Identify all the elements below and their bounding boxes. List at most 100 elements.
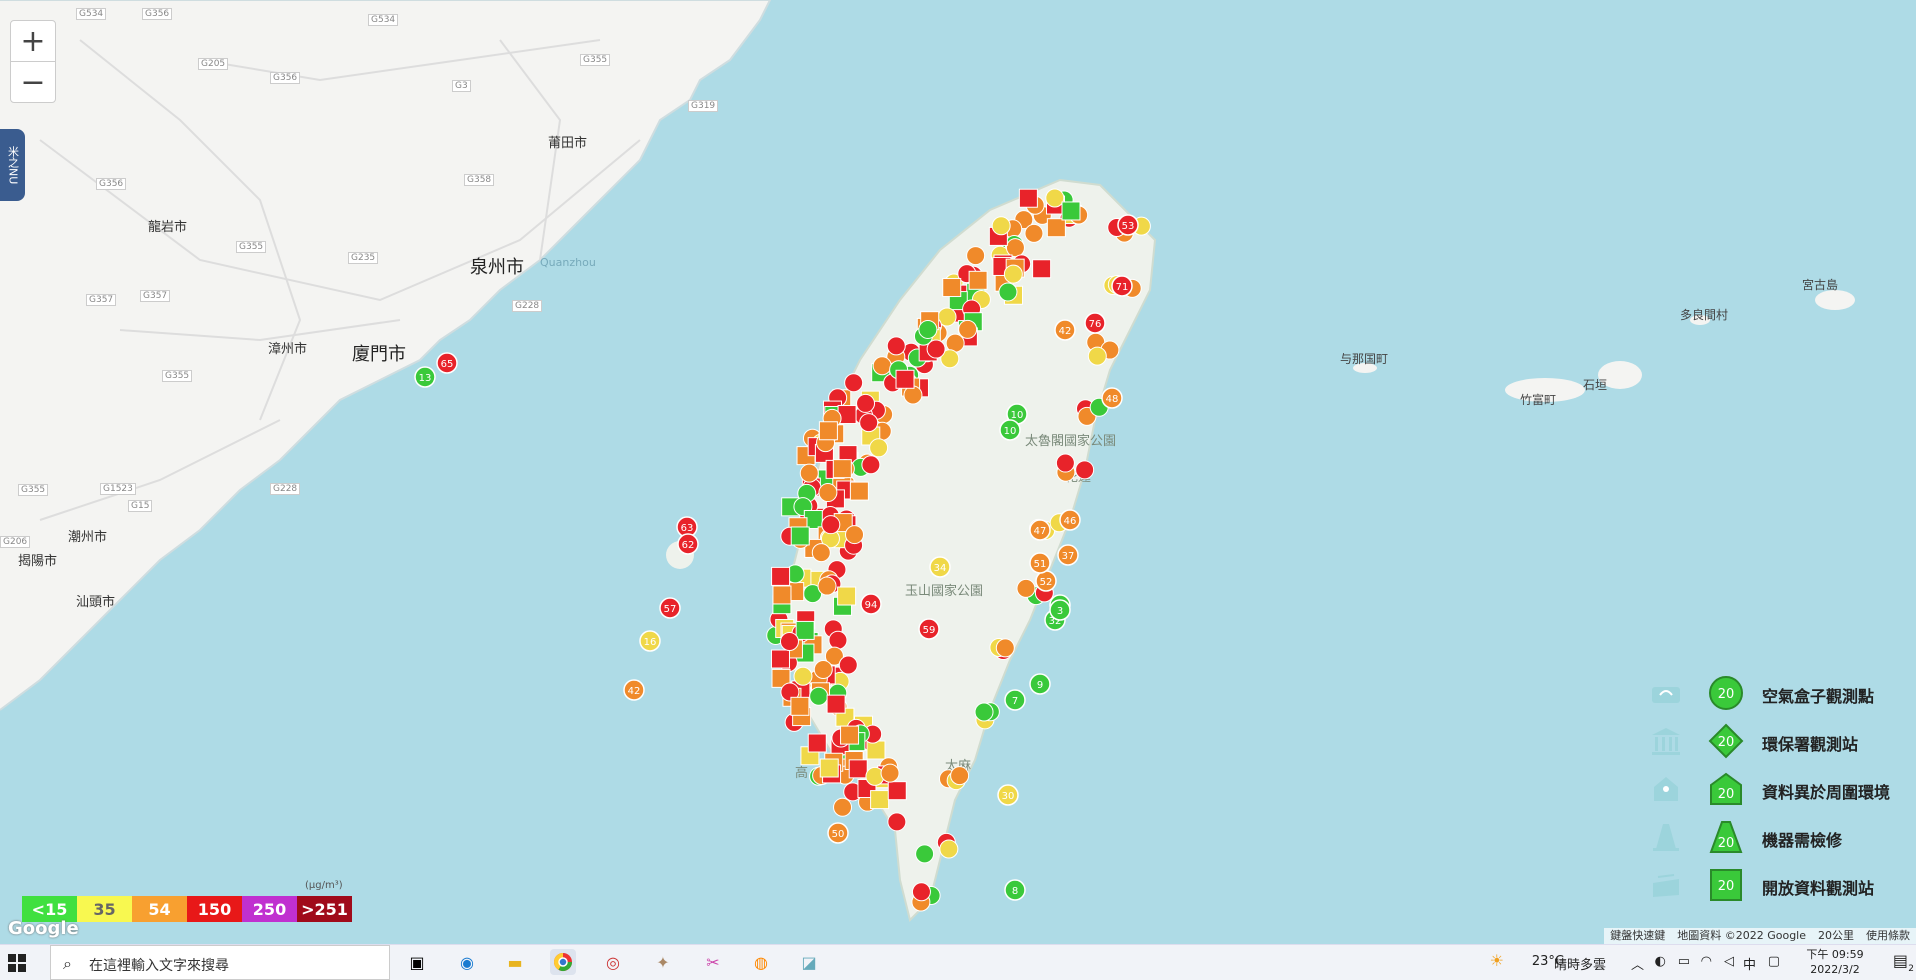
station-marker[interactable] bbox=[859, 413, 879, 433]
edge-browser-icon[interactable]: ◉ bbox=[454, 949, 480, 975]
volume-icon[interactable]: ◁ bbox=[1724, 954, 1734, 969]
station-marker[interactable] bbox=[772, 585, 792, 605]
station-marker-labeled[interactable]: 65 bbox=[436, 352, 458, 374]
station-marker[interactable] bbox=[926, 339, 946, 359]
taskbar-search-box[interactable]: ⌕ 在這裡輸入文字來搜尋 bbox=[50, 945, 390, 980]
zoom-out-button[interactable]: − bbox=[10, 61, 56, 103]
ime-indicator[interactable]: 中 bbox=[1743, 954, 1756, 973]
station-marker[interactable] bbox=[819, 758, 839, 778]
station-marker[interactable] bbox=[869, 438, 889, 458]
station-marker[interactable] bbox=[895, 369, 915, 389]
station-marker[interactable] bbox=[950, 766, 970, 786]
chrome-icon[interactable] bbox=[550, 949, 576, 975]
station-marker[interactable] bbox=[838, 655, 858, 675]
station-marker[interactable] bbox=[832, 459, 852, 479]
station-marker-labeled[interactable]: 71 bbox=[1111, 275, 1133, 297]
station-marker[interactable] bbox=[828, 630, 848, 650]
chevron-up-icon[interactable]: ︿ bbox=[1631, 954, 1644, 973]
station-marker[interactable] bbox=[911, 882, 931, 902]
station-marker[interactable] bbox=[790, 696, 810, 716]
station-marker[interactable] bbox=[886, 336, 906, 356]
station-marker[interactable] bbox=[915, 844, 935, 864]
station-marker-labeled[interactable]: 30 bbox=[997, 784, 1019, 806]
station-marker[interactable] bbox=[1016, 578, 1036, 598]
weather-condition[interactable]: 晴時多雲 bbox=[1554, 954, 1606, 973]
map-scale-label[interactable]: 20公里 bbox=[1812, 928, 1860, 944]
station-marker[interactable] bbox=[887, 781, 907, 801]
station-markers[interactable]: 63 62 57 16 42 65 13 50 8 10 59 94 53 71 76 42 48 46 47 52 3… bbox=[0, 0, 1916, 944]
station-marker[interactable] bbox=[966, 246, 986, 266]
weather-icon[interactable]: ☀ bbox=[1490, 951, 1504, 970]
station-marker[interactable] bbox=[995, 638, 1015, 658]
station-marker[interactable] bbox=[1024, 223, 1044, 243]
station-marker[interactable] bbox=[821, 515, 841, 535]
station-marker[interactable] bbox=[1032, 259, 1052, 279]
station-marker[interactable] bbox=[771, 566, 791, 586]
station-marker[interactable] bbox=[813, 660, 833, 680]
station-marker-labeled[interactable]: 47 bbox=[1029, 519, 1051, 541]
station-marker[interactable] bbox=[1061, 201, 1081, 221]
station-marker[interactable] bbox=[991, 216, 1011, 236]
station-marker[interactable] bbox=[795, 620, 815, 640]
station-marker[interactable] bbox=[939, 839, 959, 859]
station-marker-labeled[interactable]: 10 bbox=[999, 419, 1021, 441]
station-marker[interactable] bbox=[918, 319, 938, 339]
station-marker-labeled[interactable]: 50 bbox=[827, 822, 849, 844]
station-marker[interactable] bbox=[790, 526, 810, 546]
station-marker[interactable] bbox=[1005, 238, 1025, 258]
station-marker-labeled[interactable]: 7 bbox=[1004, 689, 1026, 711]
station-marker[interactable] bbox=[974, 702, 994, 722]
wifi-icon[interactable]: ◠ bbox=[1701, 954, 1712, 969]
station-marker[interactable] bbox=[968, 270, 988, 290]
station-marker-labeled[interactable]: 51 bbox=[1029, 552, 1051, 574]
station-marker-labeled[interactable]: 13 bbox=[414, 366, 436, 388]
file-explorer-icon[interactable]: ▬ bbox=[502, 949, 528, 975]
station-marker[interactable] bbox=[848, 759, 868, 779]
station-marker[interactable] bbox=[1087, 346, 1107, 366]
station-marker[interactable] bbox=[866, 740, 886, 760]
station-marker-labeled[interactable]: 62 bbox=[677, 533, 699, 555]
station-marker[interactable] bbox=[1045, 188, 1065, 208]
station-marker[interactable] bbox=[849, 481, 869, 501]
station-marker-labeled[interactable]: 37 bbox=[1057, 544, 1079, 566]
keyboard-shortcuts-link[interactable]: 鍵盤快速鍵 bbox=[1604, 928, 1671, 944]
station-marker[interactable] bbox=[837, 586, 857, 606]
station-marker[interactable] bbox=[799, 463, 819, 483]
station-marker[interactable] bbox=[818, 421, 838, 441]
notification-icon[interactable]: ▤ bbox=[1893, 951, 1908, 970]
station-marker[interactable] bbox=[1075, 460, 1095, 480]
station-marker[interactable] bbox=[942, 278, 962, 298]
station-marker-labeled[interactable]: 57 bbox=[659, 597, 681, 619]
station-marker-labeled[interactable]: 8 bbox=[1004, 879, 1026, 901]
station-marker[interactable] bbox=[872, 356, 892, 376]
station-marker-labeled[interactable]: 3 bbox=[1049, 599, 1071, 621]
windows-start-icon[interactable] bbox=[8, 954, 26, 972]
battery-icon[interactable]: ▭ bbox=[1678, 954, 1690, 969]
app-window-icon[interactable]: ◪ bbox=[796, 949, 822, 975]
station-marker-labeled[interactable]: 42 bbox=[623, 679, 645, 701]
station-marker-labeled[interactable]: 48 bbox=[1101, 387, 1123, 409]
station-marker-labeled[interactable]: 53 bbox=[1117, 214, 1139, 236]
station-marker-labeled[interactable]: 76 bbox=[1084, 312, 1106, 334]
station-marker[interactable] bbox=[807, 733, 827, 753]
station-marker[interactable] bbox=[793, 666, 813, 686]
station-marker-labeled[interactable]: 42 bbox=[1054, 319, 1076, 341]
task-view-icon[interactable]: ▣ bbox=[404, 949, 430, 975]
station-marker[interactable] bbox=[870, 790, 890, 810]
side-panel-tab[interactable]: 米之NU bbox=[0, 129, 25, 201]
station-marker[interactable] bbox=[1018, 188, 1038, 208]
station-marker[interactable] bbox=[845, 525, 865, 545]
station-marker[interactable] bbox=[958, 319, 978, 339]
station-marker-labeled[interactable]: 94 bbox=[860, 593, 882, 615]
app-compass-icon[interactable]: ◎ bbox=[600, 949, 626, 975]
app-bird-icon[interactable]: ✦ bbox=[650, 949, 676, 975]
station-marker[interactable] bbox=[811, 543, 831, 563]
station-marker[interactable] bbox=[998, 282, 1018, 302]
station-marker[interactable] bbox=[856, 393, 876, 413]
blender-icon[interactable]: ◍ bbox=[748, 949, 774, 975]
terms-link[interactable]: 使用條款 bbox=[1860, 928, 1916, 944]
station-marker-labeled[interactable]: 52 bbox=[1035, 570, 1057, 592]
meet-now-icon[interactable]: ◐ bbox=[1655, 954, 1666, 969]
station-marker[interactable] bbox=[779, 632, 799, 652]
station-marker[interactable] bbox=[809, 686, 829, 706]
